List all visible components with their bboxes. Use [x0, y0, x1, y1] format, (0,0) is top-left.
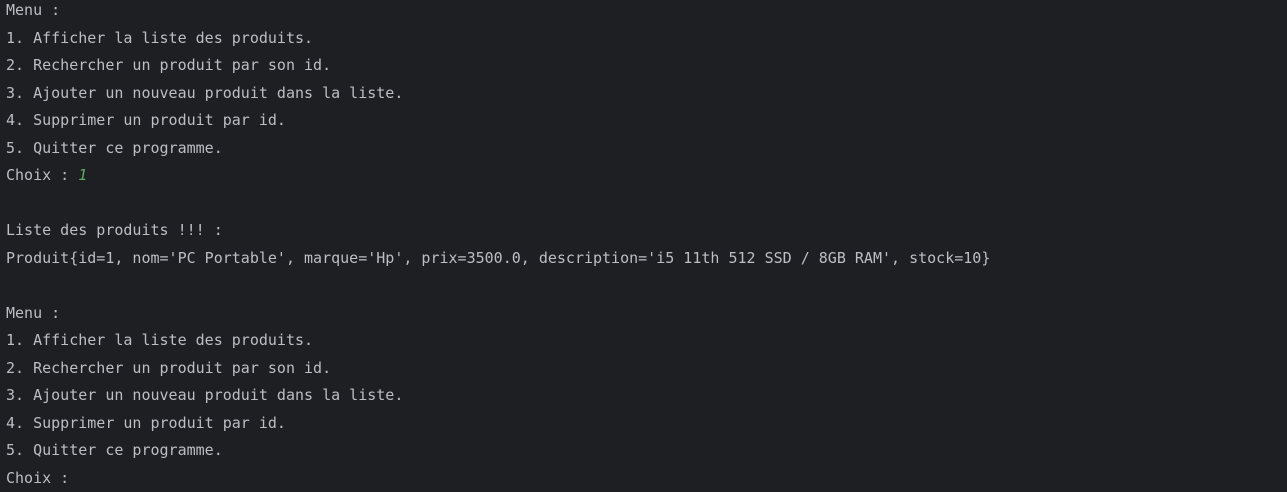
menu-item: 5. Quitter ce programme.: [6, 135, 1287, 163]
choice-prompt: Choix :: [6, 469, 78, 487]
menu-header: Menu :: [6, 300, 1287, 328]
input-caret[interactable]: [78, 470, 79, 486]
choice-input: 1: [78, 166, 87, 184]
menu-item: 5. Quitter ce programme.: [6, 437, 1287, 465]
menu-header: Menu :: [6, 0, 1287, 25]
choice-prompt: Choix :: [6, 166, 78, 184]
menu-item: 1. Afficher la liste des produits.: [6, 25, 1287, 53]
console-output[interactable]: Menu : 1. Afficher la liste des produits…: [0, 0, 1287, 487]
blank-line: [6, 272, 1287, 300]
menu-item: 3. Ajouter un nouveau produit dans la li…: [6, 382, 1287, 410]
menu-item: 4. Supprimer un produit par id.: [6, 107, 1287, 135]
product-line: Produit{id=1, nom='PC Portable', marque=…: [6, 245, 1287, 273]
menu-item: 3. Ajouter un nouveau produit dans la li…: [6, 80, 1287, 108]
menu-item: 2. Rechercher un produit par son id.: [6, 355, 1287, 383]
choice-line: Choix : 1: [6, 162, 1287, 190]
blank-line: [6, 190, 1287, 218]
menu-item: 1. Afficher la liste des produits.: [6, 327, 1287, 355]
list-header: Liste des produits !!! :: [6, 217, 1287, 245]
choice-line[interactable]: Choix :: [6, 465, 1287, 492]
menu-item: 4. Supprimer un produit par id.: [6, 410, 1287, 438]
menu-item: 2. Rechercher un produit par son id.: [6, 52, 1287, 80]
